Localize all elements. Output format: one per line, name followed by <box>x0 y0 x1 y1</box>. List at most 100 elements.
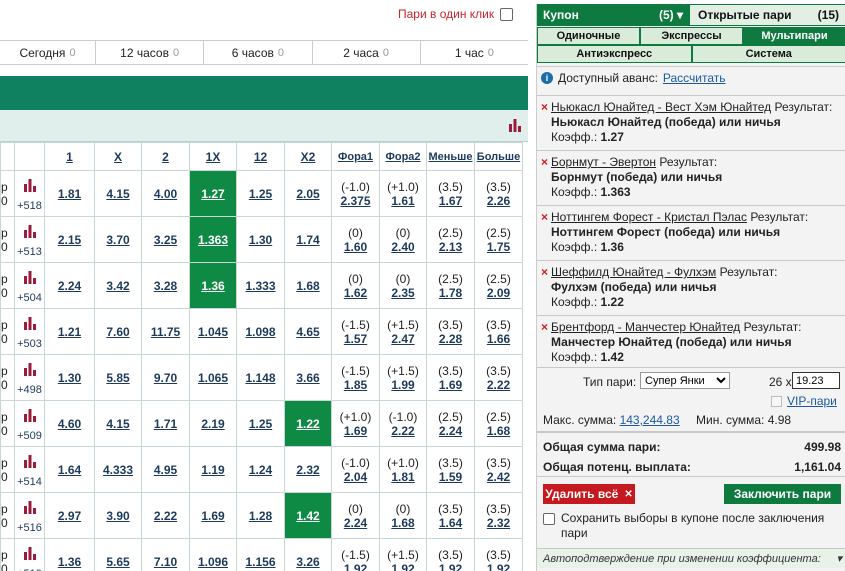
handicap-odds[interactable]: 2.375 <box>333 194 379 208</box>
handicap-odds[interactable]: 1.66 <box>476 332 522 346</box>
odds-value[interactable]: 2.19 <box>201 417 224 431</box>
tab-accumulators[interactable]: Экспрессы <box>640 27 743 45</box>
odds-cell[interactable]: 4.65 <box>284 308 332 355</box>
odds-value[interactable]: 7.60 <box>106 325 129 339</box>
handicap-odds[interactable]: 1.85 <box>333 378 379 392</box>
handicap-cell[interactable]: (-1.5) 1.92 <box>331 538 380 571</box>
odds-value[interactable]: 4.00 <box>154 187 177 201</box>
column-header[interactable]: X2 <box>284 142 332 171</box>
odds-value[interactable]: 1.71 <box>154 417 177 431</box>
odds-cell[interactable]: 4.15 <box>94 400 142 447</box>
stats-cell[interactable]: +504 <box>14 262 45 309</box>
time-filter-1h[interactable]: 1 час 0 <box>419 41 528 64</box>
handicap-odds[interactable]: 1.60 <box>333 240 379 254</box>
odds-cell[interactable]: 1.19 <box>189 446 237 493</box>
handicap-odds[interactable]: 2.28 <box>428 332 474 346</box>
handicap-cell[interactable]: (3.5) 1.67 <box>426 170 475 217</box>
stats-cell[interactable]: +516 <box>14 492 45 539</box>
one-click-checkbox[interactable] <box>500 7 514 21</box>
handicap-cell[interactable]: (3.5) 2.42 <box>474 446 523 493</box>
stats-chart-icon[interactable] <box>23 500 36 516</box>
handicap-cell[interactable]: (3.5) 2.26 <box>474 170 523 217</box>
odds-value[interactable]: 3.28 <box>154 279 177 293</box>
delete-all-button[interactable]: Удалить всё ✕ <box>543 484 635 504</box>
odds-cell[interactable]: 1.096 <box>189 538 237 571</box>
stake-input[interactable] <box>792 372 840 389</box>
event-name-cell[interactable]: р0 <box>0 308 15 355</box>
odds-value[interactable]: 4.15 <box>106 417 129 431</box>
event-name-cell[interactable]: р0 <box>0 170 15 217</box>
odds-value[interactable]: 1.22 <box>296 417 319 431</box>
odds-value[interactable]: 2.15 <box>58 233 81 247</box>
handicap-odds[interactable]: 2.13 <box>428 240 474 254</box>
odds-cell[interactable]: 1.81 <box>44 170 95 217</box>
odds-value[interactable]: 1.098 <box>245 325 275 339</box>
odds-cell[interactable]: 1.71 <box>141 400 190 447</box>
odds-cell[interactable]: 1.30 <box>236 216 285 263</box>
stats-chart-icon[interactable] <box>23 316 36 332</box>
tab-multibet[interactable]: Мультипари <box>743 27 845 45</box>
handicap-odds[interactable]: 2.22 <box>476 378 522 392</box>
odds-value[interactable]: 1.30 <box>58 371 81 385</box>
handicap-cell[interactable]: (0) 2.35 <box>379 262 427 309</box>
odds-value[interactable]: 1.156 <box>245 555 275 569</box>
odds-cell[interactable]: 1.42 <box>284 492 332 539</box>
vip-link[interactable]: VIP-пари <box>787 394 837 408</box>
handicap-cell[interactable]: (0) 1.62 <box>331 262 380 309</box>
handicap-cell[interactable]: (-1.5) 1.57 <box>331 308 380 355</box>
handicap-cell[interactable]: (3.5) 1.66 <box>474 308 523 355</box>
column-header[interactable]: Фора1 <box>331 142 380 171</box>
odds-cell[interactable]: 1.363 <box>189 216 237 263</box>
handicap-cell[interactable]: (0) 1.68 <box>379 492 427 539</box>
stats-chart-icon[interactable] <box>23 408 36 424</box>
stats-cell[interactable]: +498 <box>14 354 45 401</box>
handicap-cell[interactable]: (2.5) 2.09 <box>474 262 523 309</box>
calculate-link[interactable]: Рассчитать <box>663 71 726 85</box>
odds-value[interactable]: 2.22 <box>154 509 177 523</box>
odds-cell[interactable]: 1.36 <box>44 538 95 571</box>
odds-cell[interactable]: 1.69 <box>189 492 237 539</box>
save-selections-checkbox[interactable] <box>543 513 555 525</box>
tab-anti-accumulator[interactable]: Антиэкспресс <box>537 45 692 63</box>
handicap-odds[interactable]: 2.22 <box>381 424 426 438</box>
handicap-cell[interactable]: (0) 2.40 <box>379 216 427 263</box>
odds-cell[interactable]: 3.42 <box>94 262 142 309</box>
handicap-odds[interactable]: 1.92 <box>428 562 474 571</box>
odds-value[interactable]: 3.70 <box>106 233 129 247</box>
more-markets-count[interactable]: +518 <box>16 200 44 212</box>
auto-confirm-bar[interactable]: Автоподтверждение при изменении коэффици… <box>537 548 845 568</box>
stats-chart-icon[interactable] <box>23 224 36 240</box>
odds-cell[interactable]: 3.66 <box>284 354 332 401</box>
odds-cell[interactable]: 3.26 <box>284 538 332 571</box>
odds-value[interactable]: 4.95 <box>154 463 177 477</box>
handicap-cell[interactable]: (-1.0) 2.04 <box>331 446 380 493</box>
handicap-cell[interactable]: (-1.0) 2.22 <box>379 400 427 447</box>
handicap-cell[interactable]: (3.5) 1.92 <box>474 538 523 571</box>
remove-bet-icon[interactable]: × <box>541 155 548 170</box>
bet-type-select[interactable]: Супер Янки <box>640 372 730 389</box>
remove-bet-icon[interactable]: × <box>541 265 548 280</box>
tab-singles[interactable]: Одиночные <box>537 27 640 45</box>
odds-cell[interactable]: 5.85 <box>94 354 142 401</box>
handicap-cell[interactable]: (2.5) 1.78 <box>426 262 475 309</box>
more-markets-count[interactable]: +503 <box>16 338 44 350</box>
odds-cell[interactable]: 3.28 <box>141 262 190 309</box>
odds-cell[interactable]: 1.22 <box>284 400 332 447</box>
stats-cell[interactable]: +509 <box>14 400 45 447</box>
open-bets-tab[interactable]: Открытые пари (15) <box>689 4 845 26</box>
handicap-odds[interactable]: 1.75 <box>476 240 522 254</box>
odds-value[interactable]: 4.60 <box>58 417 81 431</box>
odds-cell[interactable]: 2.24 <box>44 262 95 309</box>
odds-value[interactable]: 1.64 <box>58 463 81 477</box>
handicap-cell[interactable]: (+1.0) 1.81 <box>379 446 427 493</box>
handicap-cell[interactable]: (-1.5) 1.85 <box>331 354 380 401</box>
bet-match-link[interactable]: Борнмут - Эвертон <box>551 155 656 169</box>
odds-cell[interactable]: 3.90 <box>94 492 142 539</box>
stats-cell[interactable]: +513 <box>14 216 45 263</box>
column-header[interactable]: Больше <box>474 142 523 171</box>
odds-value[interactable]: 1.363 <box>198 233 228 247</box>
handicap-odds[interactable]: 2.24 <box>428 424 474 438</box>
column-header[interactable]: 2 <box>141 142 190 171</box>
handicap-odds[interactable]: 1.68 <box>476 424 522 438</box>
odds-value[interactable]: 2.05 <box>296 187 319 201</box>
